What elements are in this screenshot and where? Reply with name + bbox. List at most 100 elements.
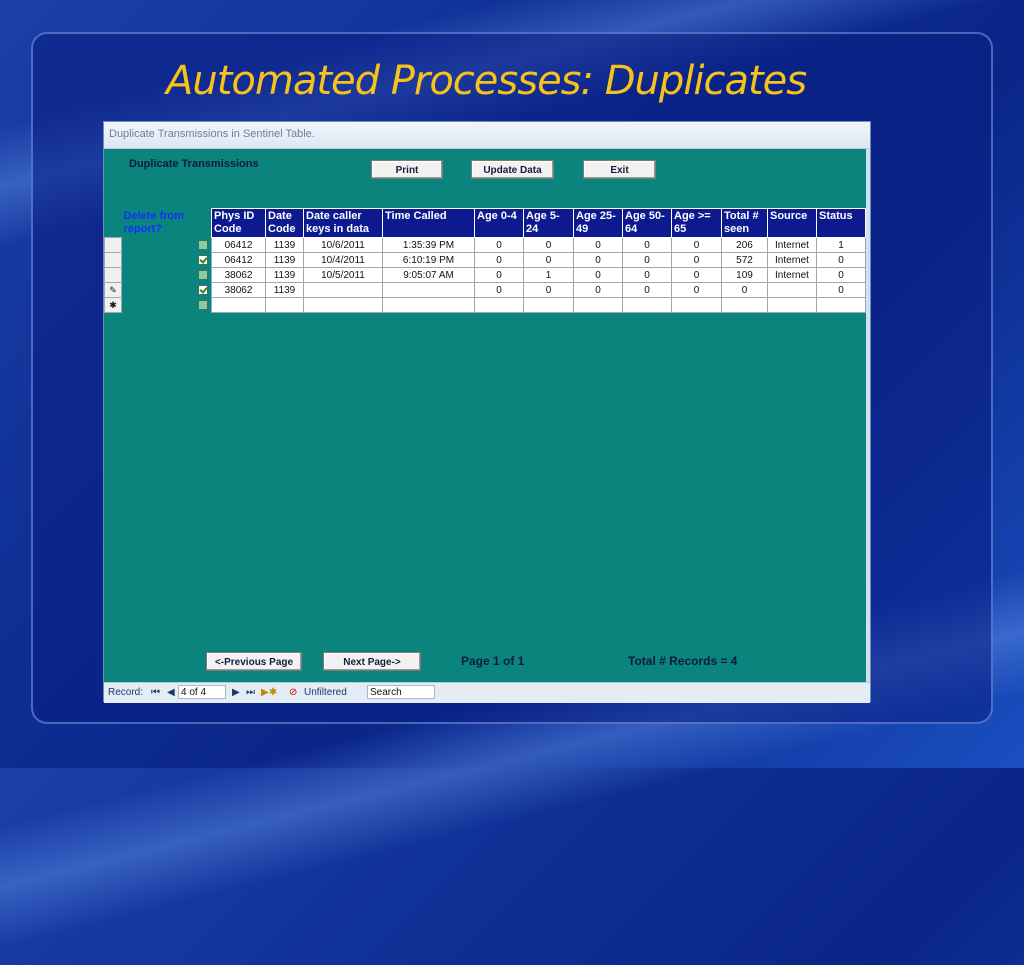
previous-record-icon[interactable]: ◀ — [167, 687, 175, 698]
table-cell[interactable]: Internet — [767, 267, 817, 283]
record-navigation-bar: Record: ⏮ ◀ 4 of 4 ▶ ⏭ ▶✱ ⊘ Unfiltered S… — [104, 682, 870, 703]
exit-button[interactable]: Exit — [583, 160, 656, 179]
table-cell[interactable]: 0 — [622, 282, 672, 298]
table-cell[interactable] — [303, 282, 383, 298]
update-data-button[interactable]: Update Data — [471, 160, 554, 179]
table-cell[interactable]: 0 — [474, 237, 524, 253]
table-cell[interactable]: 0 — [523, 252, 574, 268]
last-record-icon[interactable]: ⏭ — [246, 687, 255, 698]
page-indicator: Page 1 of 1 — [461, 654, 525, 668]
table-row[interactable]: ✱ — [104, 297, 866, 313]
table-row[interactable]: ✎ 38062 1139 0 0 0 0 0 0 0 — [104, 282, 866, 298]
table-cell[interactable]: 38062 — [211, 267, 266, 283]
table-cell[interactable]: 9:05:07 AM — [382, 267, 475, 283]
table-cell[interactable]: 0 — [671, 267, 722, 283]
previous-page-button[interactable]: <-Previous Page — [206, 652, 302, 671]
delete-checkbox[interactable] — [198, 239, 208, 250]
record-selector[interactable] — [104, 237, 122, 253]
table-cell[interactable] — [265, 297, 304, 313]
table-cell[interactable]: 1:35:39 PM — [382, 237, 475, 253]
table-cell[interactable] — [382, 297, 475, 313]
next-record-icon[interactable]: ▶ — [232, 687, 240, 698]
table-cell[interactable]: 1139 — [265, 267, 304, 283]
record-selector[interactable] — [104, 252, 122, 268]
table-cell[interactable]: 0 — [671, 252, 722, 268]
record-selector[interactable]: ✱ — [104, 297, 122, 313]
table-cell[interactable]: 1 — [816, 237, 866, 253]
delete-checkbox[interactable] — [198, 269, 208, 280]
table-cell[interactable] — [721, 297, 768, 313]
table-cell[interactable] — [767, 282, 817, 298]
table-cell[interactable]: 1139 — [265, 237, 304, 253]
table-cell[interactable] — [573, 297, 623, 313]
table-cell[interactable]: 0 — [573, 282, 623, 298]
table-cell[interactable]: 1139 — [265, 282, 304, 298]
table-cell[interactable] — [303, 297, 383, 313]
column-header: Age 50-64 — [622, 208, 672, 238]
table-cell[interactable] — [523, 297, 574, 313]
window-titlebar[interactable]: Duplicate Transmissions in Sentinel Tabl… — [104, 122, 870, 149]
table-row[interactable]: 06412 1139 10/6/2011 1:35:39 PM 0 0 0 0 0 206 Inte… — [104, 237, 866, 253]
delete-checkbox-cell — [121, 267, 212, 283]
delete-checkbox[interactable] — [198, 299, 208, 310]
table-cell[interactable]: 0 — [622, 267, 672, 283]
table-row[interactable]: 38062 1139 10/5/2011 9:05:07 AM 0 1 0 0 0 109 Inte… — [104, 267, 866, 283]
table-cell[interactable]: Internet — [767, 237, 817, 253]
table-cell[interactable]: 572 — [721, 252, 768, 268]
table-cell[interactable]: 0 — [523, 282, 574, 298]
table-cell[interactable]: 0 — [671, 237, 722, 253]
table-cell[interactable]: 206 — [721, 237, 768, 253]
record-selector[interactable]: ✎ — [104, 282, 122, 298]
print-button[interactable]: Print — [371, 160, 443, 179]
table-cell[interactable] — [211, 297, 266, 313]
table-cell[interactable]: 0 — [573, 237, 623, 253]
table-cell[interactable]: 0 — [622, 252, 672, 268]
column-header: Status — [816, 208, 866, 238]
table-cell[interactable] — [474, 297, 524, 313]
table-cell[interactable]: 0 — [573, 267, 623, 283]
table-cell[interactable]: 0 — [573, 252, 623, 268]
table-cell[interactable]: 0 — [523, 237, 574, 253]
form-body: Duplicate Transmissions Print Update Dat… — [104, 149, 866, 682]
column-header: Phys ID Code — [211, 208, 266, 238]
table-cell[interactable] — [382, 282, 475, 298]
next-page-button[interactable]: Next Page-> — [323, 652, 421, 671]
filter-status[interactable]: Unfiltered — [304, 687, 347, 698]
table-cell[interactable]: 0 — [474, 267, 524, 283]
table-cell[interactable]: 10/6/2011 — [303, 237, 383, 253]
column-header: Age 5-24 — [523, 208, 574, 238]
record-selector[interactable] — [104, 267, 122, 283]
table-cell[interactable]: 0 — [816, 252, 866, 268]
table-cell[interactable]: 0 — [816, 267, 866, 283]
delete-checkbox[interactable] — [198, 254, 208, 265]
search-field[interactable]: Search — [367, 685, 435, 699]
table-cell[interactable] — [622, 297, 672, 313]
table-cell[interactable]: 0 — [816, 282, 866, 298]
table-cell[interactable] — [767, 297, 817, 313]
table-cell[interactable] — [671, 297, 722, 313]
current-record-field[interactable]: 4 of 4 — [178, 685, 226, 699]
table-cell[interactable]: 06412 — [211, 252, 266, 268]
table-cell[interactable]: 38062 — [211, 282, 266, 298]
table-cell[interactable]: 0 — [474, 252, 524, 268]
first-record-icon[interactable]: ⏮ — [151, 687, 160, 698]
table-cell[interactable]: 0 — [721, 282, 768, 298]
new-record-icon[interactable]: ▶✱ — [261, 687, 277, 698]
table-cell[interactable]: Internet — [767, 252, 817, 268]
table-cell[interactable]: 0 — [474, 282, 524, 298]
table-cell[interactable]: 10/5/2011 — [303, 267, 383, 283]
column-header: Age 25-49 — [573, 208, 623, 238]
table-row[interactable]: 06412 1139 10/4/2011 6:10:19 PM 0 0 0 0 0 572 Inte… — [104, 252, 866, 268]
table-cell[interactable]: 0 — [671, 282, 722, 298]
column-header: Total # seen — [721, 208, 768, 238]
table-cell[interactable]: 0 — [622, 237, 672, 253]
table-cell[interactable]: 6:10:19 PM — [382, 252, 475, 268]
table-cell[interactable]: 1139 — [265, 252, 304, 268]
delete-checkbox[interactable] — [198, 284, 208, 295]
table-cell[interactable]: 1 — [523, 267, 574, 283]
table-cell[interactable]: 10/4/2011 — [303, 252, 383, 268]
table-cell[interactable]: 06412 — [211, 237, 266, 253]
table-cell[interactable]: 109 — [721, 267, 768, 283]
table-cell[interactable] — [816, 297, 866, 313]
form-scrollbar[interactable] — [866, 149, 870, 682]
